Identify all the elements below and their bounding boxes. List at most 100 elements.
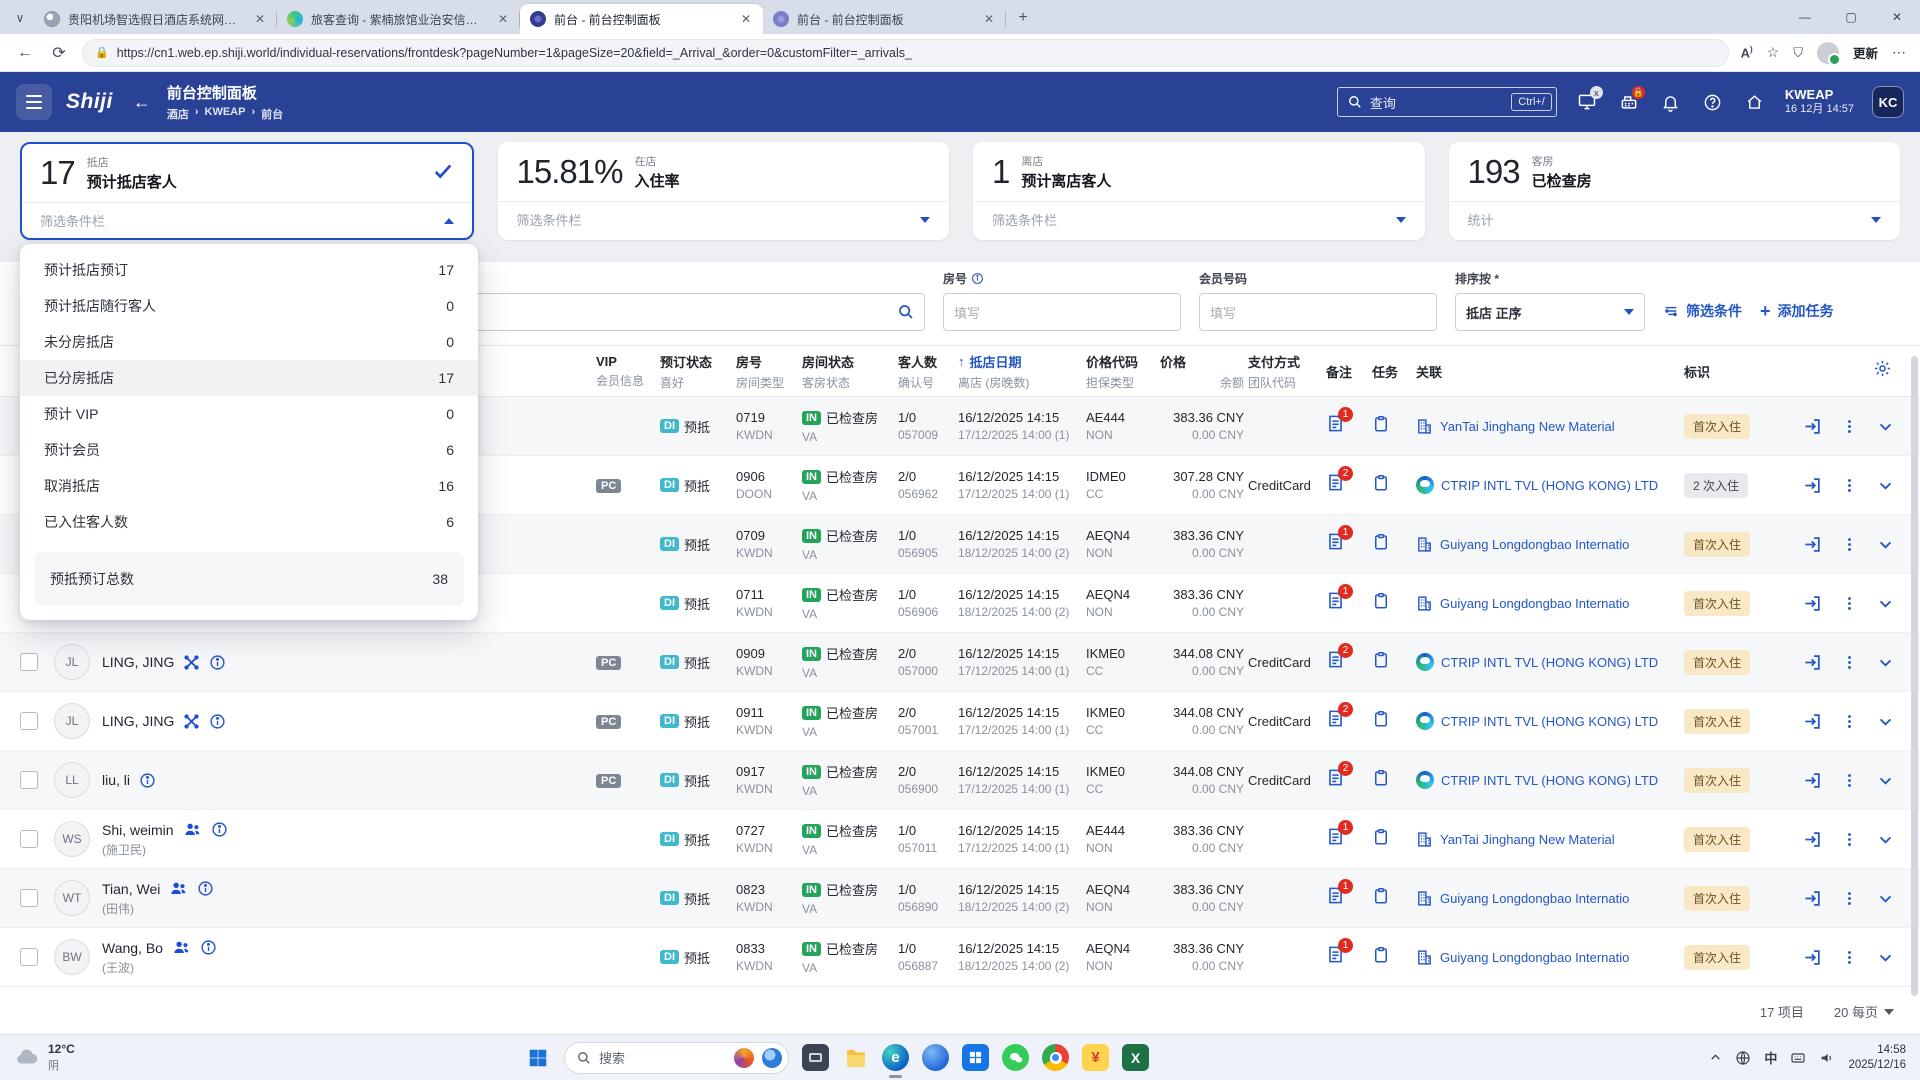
task-button[interactable] (1372, 533, 1390, 551)
task-button[interactable] (1372, 769, 1390, 787)
taskbar-app-edge-icon[interactable]: e (882, 1044, 909, 1078)
company-link[interactable]: Guiyang Longdongbao Internatio (1416, 595, 1684, 612)
ime-indicator[interactable]: 中 (1764, 1048, 1777, 1067)
breadcrumb-item[interactable]: KWEAP (205, 106, 246, 122)
weather-widget[interactable]: 12°C 阴 (14, 1042, 224, 1072)
new-tab-button[interactable]: + (1010, 5, 1036, 31)
filter-dropdown-item[interactable]: 预计抵店随行客人 0 (20, 288, 478, 324)
notes-button[interactable]: 2 (1326, 761, 1353, 787)
more-actions-icon[interactable] (1841, 595, 1858, 612)
task-clipboard-icon[interactable] (1372, 651, 1390, 669)
tab-close-icon[interactable]: ✕ (737, 10, 755, 28)
filter-dropdown-item[interactable]: 取消抵店 16 (20, 468, 478, 504)
refresh-icon[interactable]: ⟳ (48, 43, 70, 63)
notes-button[interactable]: 1 (1326, 879, 1353, 905)
guest-name[interactable]: Shi, weimin (102, 822, 174, 838)
taskbar-app-excel-icon[interactable]: X (1122, 1044, 1149, 1071)
task-button[interactable] (1372, 415, 1390, 433)
task-button[interactable] (1372, 651, 1390, 669)
column-header-房间状态[interactable]: 房间状态 客房状态 (802, 352, 898, 391)
favorites-star-icon[interactable]: ☆ (1767, 44, 1780, 61)
task-button[interactable] (1372, 828, 1390, 846)
window-close-button[interactable]: ✕ (1874, 0, 1920, 34)
taskbar-search-input[interactable]: 搜索 (564, 1041, 789, 1074)
check-in-icon[interactable] (1803, 594, 1822, 613)
task-clipboard-icon[interactable] (1372, 710, 1390, 728)
column-header-房号[interactable]: 房号 房间类型 (736, 352, 802, 391)
tab-close-icon[interactable]: ✕ (494, 10, 512, 28)
column-header-标识[interactable]: 标识 (1684, 362, 1766, 381)
speaker-icon[interactable] (1819, 1050, 1835, 1066)
info-icon[interactable] (209, 654, 226, 671)
notifications-button[interactable] (1659, 93, 1683, 112)
window-minimize-button[interactable]: — (1782, 0, 1828, 34)
global-search-input[interactable]: 查询 Ctrl+/ (1336, 87, 1557, 117)
company-link[interactable]: YanTai Jinghang New Material (1416, 831, 1684, 848)
notes-button[interactable]: 1 (1326, 525, 1353, 551)
info-icon[interactable] (200, 939, 217, 956)
column-header-抵店日期[interactable]: ↑ 抵店日期 离店 (房晚数) (958, 352, 1086, 391)
more-actions-icon[interactable] (1841, 949, 1858, 966)
check-in-icon[interactable] (1803, 712, 1822, 731)
stat-card-3[interactable]: 1 离店 预计离店客人 筛选条件栏 (973, 142, 1425, 240)
more-actions-icon[interactable] (1841, 772, 1858, 789)
taskbar-app-chrome-icon[interactable] (1042, 1044, 1069, 1071)
row-checkbox[interactable] (20, 948, 38, 966)
taskbar-app-remote-icon[interactable] (802, 1044, 829, 1071)
company-link[interactable]: YanTai Jinghang New Material (1416, 418, 1684, 435)
company-link[interactable]: Guiyang Longdongbao Internatio (1416, 949, 1684, 966)
info-icon[interactable] (211, 821, 228, 838)
browser-menu-icon[interactable]: ⋯ (1892, 44, 1906, 61)
back-icon[interactable]: ← (14, 44, 36, 62)
info-icon[interactable] (139, 772, 156, 789)
task-clipboard-icon[interactable] (1372, 592, 1390, 610)
check-in-icon[interactable] (1803, 771, 1822, 790)
notes-button[interactable]: 2 (1326, 643, 1353, 669)
room-number-input[interactable]: 填写 (943, 293, 1181, 331)
stat-card-2[interactable]: 15.81% 在店 入住率 筛选条件栏 (497, 142, 949, 240)
breadcrumb-item[interactable]: 前台 (261, 106, 283, 122)
keyboard-icon[interactable] (1790, 1050, 1806, 1066)
browser-update-button[interactable]: 更新 (1853, 43, 1878, 62)
expand-row-icon[interactable] (1877, 890, 1894, 907)
column-header-关联[interactable]: 关联 (1416, 362, 1684, 381)
more-actions-icon[interactable] (1841, 713, 1858, 730)
notes-button[interactable]: 1 (1326, 407, 1353, 433)
notes-button[interactable]: 1 (1326, 584, 1353, 610)
row-checkbox[interactable] (20, 830, 38, 848)
filter-dropdown-item[interactable]: 预计 VIP 0 (20, 396, 478, 432)
task-button[interactable] (1372, 592, 1390, 610)
accompany-guests-icon[interactable] (172, 938, 191, 957)
reservation-row-8[interactable]: WS Shi, weimin (施卫民) DI 预抵 0727 KWDN IN 已检查… (0, 810, 1920, 869)
tab-close-icon[interactable]: ✕ (251, 10, 269, 28)
home-button[interactable] (1743, 93, 1767, 112)
task-button[interactable] (1372, 946, 1390, 964)
row-checkbox[interactable] (20, 712, 38, 730)
task-clipboard-icon[interactable] (1372, 533, 1390, 551)
column-header-价格[interactable]: 价格 余额 (1160, 352, 1248, 391)
column-header-客人数[interactable]: 客人数 确认号 (898, 352, 958, 391)
guest-name[interactable]: Tian, Wei (102, 881, 160, 897)
filter-dropdown-item[interactable]: 已入住客人数 6 (20, 504, 478, 540)
check-in-icon[interactable] (1803, 948, 1822, 967)
accompany-guests-icon[interactable] (183, 820, 202, 839)
column-header-任务[interactable]: 任务 (1372, 362, 1416, 381)
check-in-icon[interactable] (1803, 653, 1822, 672)
sort-select[interactable]: 抵店 正序 (1455, 293, 1645, 331)
browser-tab-1[interactable]: 贵阳机场智选假日酒店系统网址导 ✕ (34, 4, 277, 34)
browser-profile-avatar[interactable] (1816, 41, 1841, 66)
expand-row-icon[interactable] (1877, 595, 1894, 612)
row-checkbox[interactable] (20, 653, 38, 671)
card-filter-toggle[interactable]: 筛选条件栏 (498, 201, 948, 237)
more-actions-icon[interactable] (1841, 654, 1858, 671)
guest-name[interactable]: liu, li (102, 772, 130, 788)
expand-row-icon[interactable] (1877, 713, 1894, 730)
network-icon[interactable] (1735, 1050, 1751, 1066)
guest-name[interactable]: Wang, Bo (102, 940, 163, 956)
cashier-button[interactable]: 🔒 (1617, 86, 1645, 112)
page-size-select[interactable]: 20 每页 (1834, 1002, 1894, 1021)
hamburger-menu-button[interactable] (16, 84, 52, 120)
add-task-button[interactable]: + 添加任务 (1760, 301, 1834, 321)
column-header-价格代码[interactable]: 价格代码 担保类型 (1086, 352, 1160, 391)
browser-tab-2[interactable]: 旅客查询 - 紫楠旅馆业治安信息管 ✕ (277, 4, 520, 34)
